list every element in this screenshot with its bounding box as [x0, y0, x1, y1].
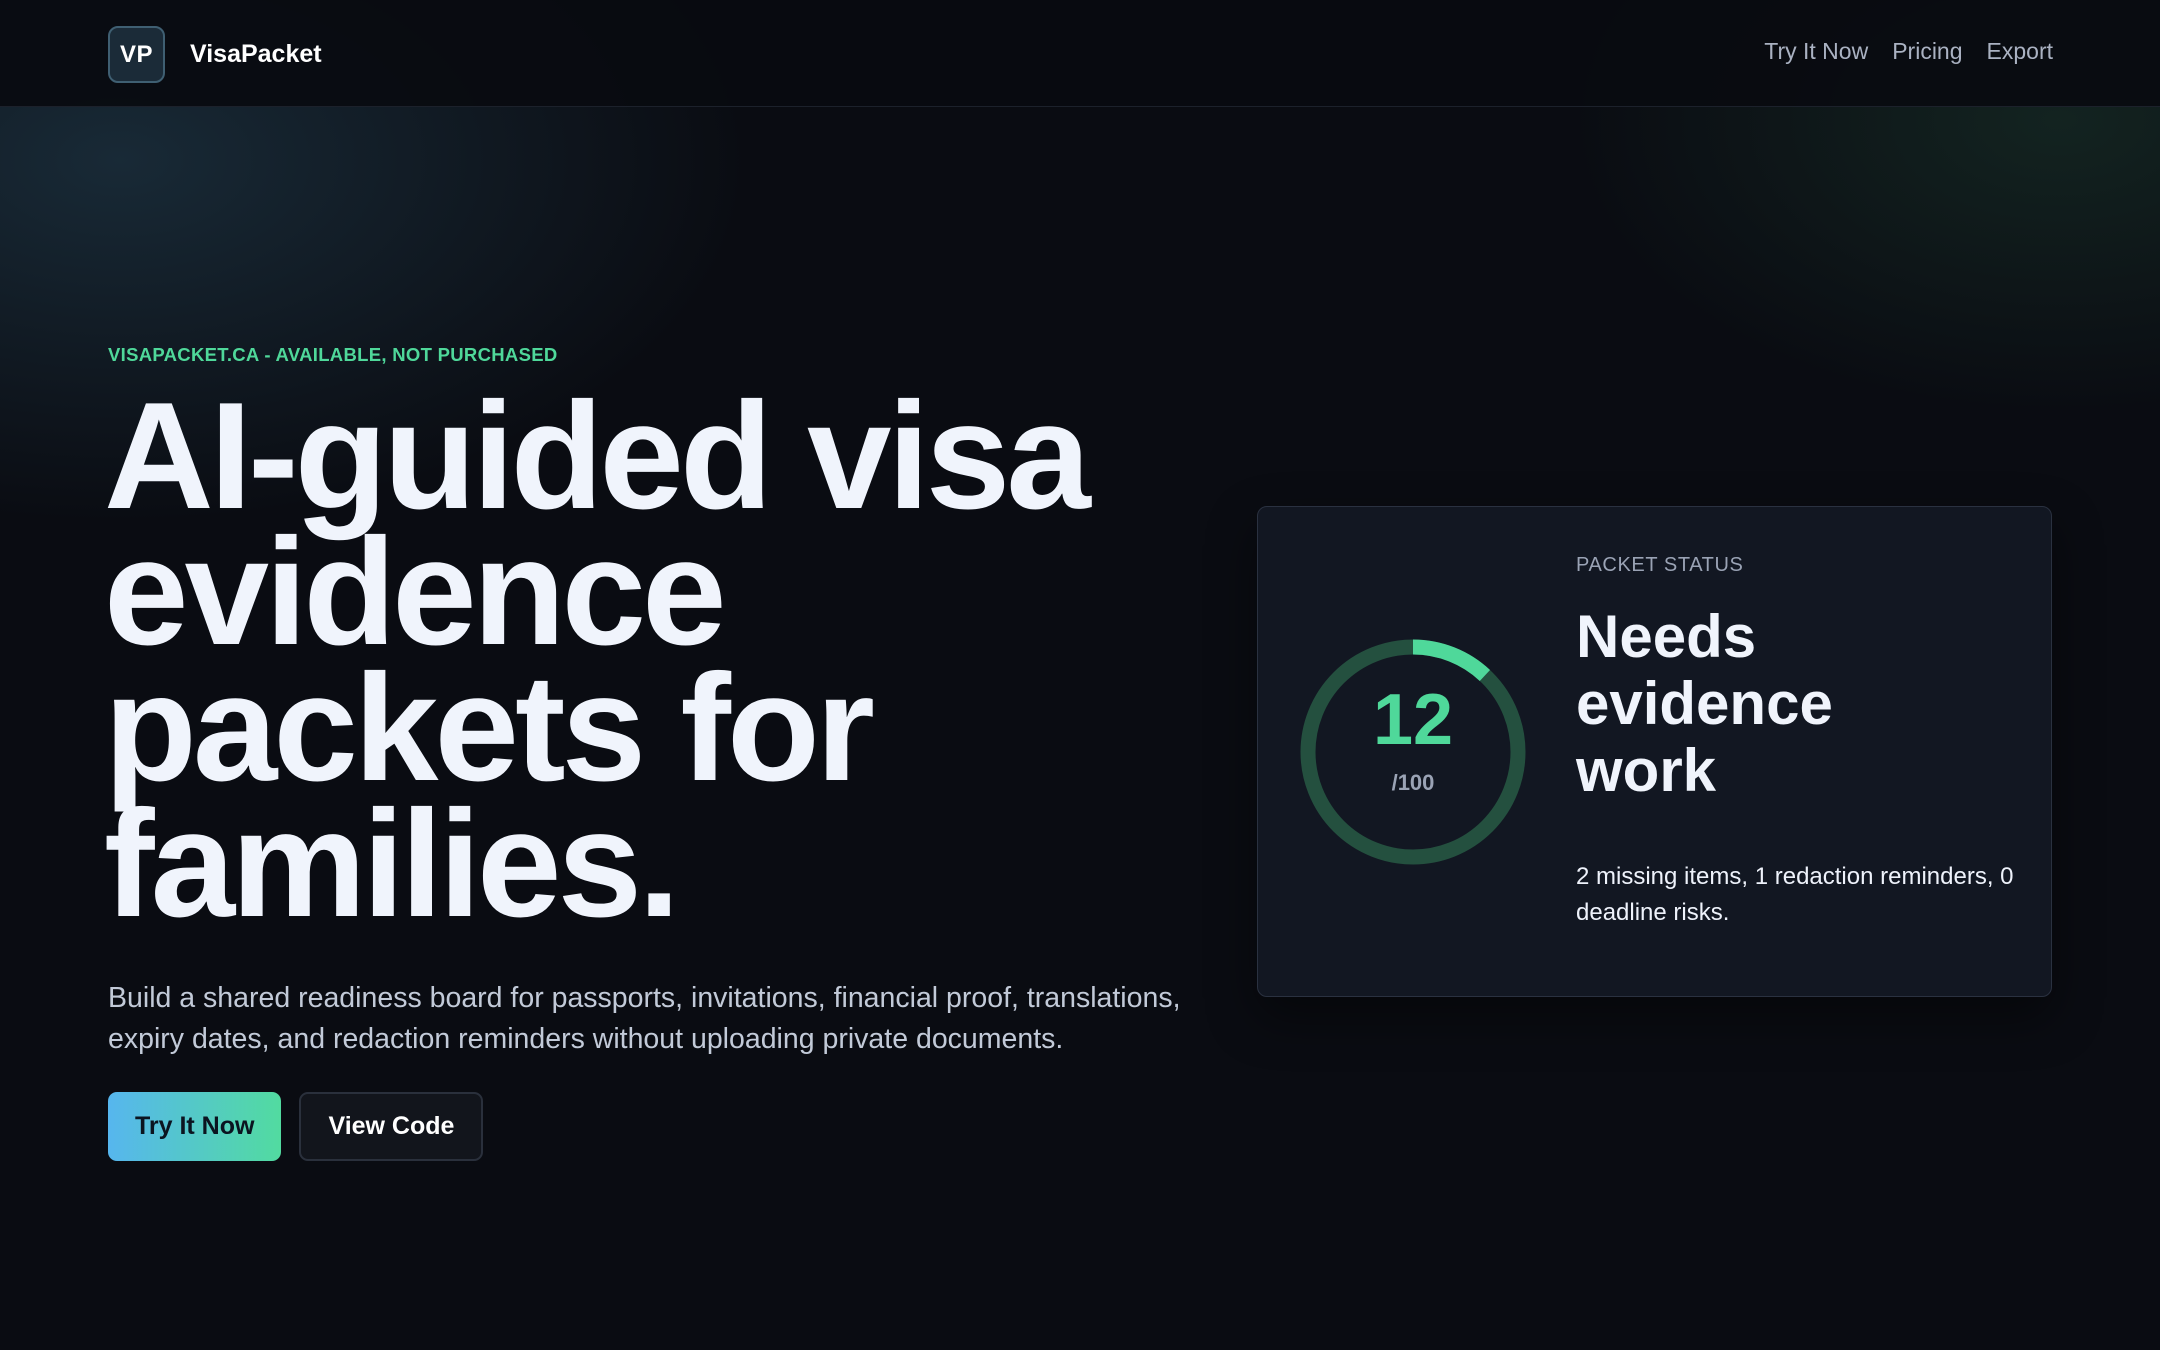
score-value: 12 — [1372, 680, 1454, 760]
card-label: PACKET STATUS — [1576, 554, 1744, 576]
try-it-now-button[interactable]: Try It Now — [108, 1092, 282, 1161]
nav-link-export[interactable]: Export — [1987, 38, 2053, 65]
packet-status-card: 12 /100 PACKET STATUS Needs evidence wor… — [1257, 506, 2052, 997]
brand-name: VisaPacket — [190, 40, 322, 68]
logo-mark: VP — [108, 26, 165, 83]
landing-page: VP VisaPacket Try It Now Pricing Export … — [0, 0, 2160, 1350]
score-max: /100 — [1391, 770, 1435, 795]
readiness-score-gauge: 12 /100 — [1298, 637, 1528, 867]
hero-cta-group: Try It Now View Code — [108, 1092, 484, 1161]
status-title: Needs evidence work — [1576, 603, 1833, 804]
domain-eyebrow: VISAPACKET.CA - AVAILABLE, NOT PURCHASED — [108, 344, 558, 365]
hero-headline: AI-guided visa evidence packets for fami… — [104, 371, 1091, 949]
status-detail: 2 missing items, 1 redaction reminders, … — [1576, 863, 2014, 926]
main-nav: Try It Now Pricing Export — [1764, 38, 2053, 65]
hero-subtitle: Build a shared readiness board for passp… — [108, 982, 1181, 1055]
nav-link-pricing[interactable]: Pricing — [1892, 38, 1962, 65]
brand[interactable]: VP VisaPacket — [108, 26, 322, 83]
view-code-button[interactable]: View Code — [299, 1092, 484, 1161]
nav-link-try-it-now[interactable]: Try It Now — [1764, 38, 1868, 65]
top-nav-bar: VP VisaPacket Try It Now Pricing Export — [0, 0, 2160, 107]
